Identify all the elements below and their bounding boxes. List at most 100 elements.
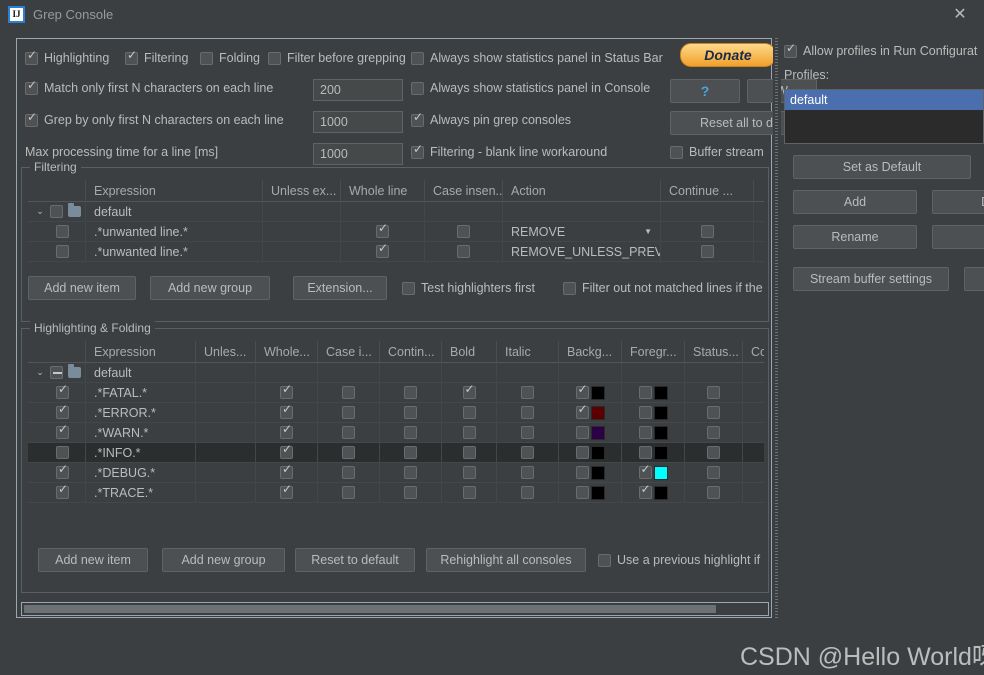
highlighting-continue-cell[interactable] [380, 422, 442, 443]
highlighting-bold-cell[interactable] [442, 402, 497, 423]
highlighting-column-header[interactable]: Bold [442, 341, 497, 363]
highlighting-unless-cell[interactable] [196, 482, 256, 503]
highlighting-status-cell[interactable] [685, 402, 743, 423]
highlighting-table-row[interactable]: .*WARN.* [28, 422, 764, 443]
highlighting-italic-checkbox[interactable] [521, 406, 534, 419]
highlighting-case-insensitive-cell[interactable] [318, 362, 380, 383]
highlighting-whole-line-checkbox[interactable] [280, 383, 293, 399]
filtering-row-toggle-cell[interactable] [28, 241, 86, 262]
highlighting-case-insensitive-checkbox[interactable] [342, 426, 355, 439]
highlighting-background-checkbox[interactable] [575, 466, 589, 479]
close-icon[interactable]: ✕ [950, 6, 970, 24]
highlighting-table-row[interactable]: .*INFO.* [28, 442, 764, 463]
highlighting-italic-cell[interactable] [497, 402, 559, 423]
add-profile-button[interactable]: Add [793, 190, 917, 214]
highlighting-continue-checkbox[interactable] [404, 386, 417, 399]
highlighting-status-cell[interactable] [685, 462, 743, 483]
highlighting-row-toggle-cell[interactable] [28, 402, 86, 423]
highlighting-row-enabled-checkbox[interactable] [56, 403, 69, 419]
rename-profile-button[interactable]: Rename [793, 225, 917, 249]
donate-button[interactable]: Donate [680, 43, 776, 67]
highlighting-expression-cell[interactable]: .*ERROR.* [86, 402, 196, 423]
duplicate-profile-button[interactable]: Dupl [932, 190, 984, 214]
rehighlight-all-consoles-button[interactable]: Rehighlight all consoles [426, 548, 586, 572]
filtering-table-row[interactable]: ⌄ default [28, 201, 764, 222]
filtering-case-insensitive-checkbox[interactable] [457, 225, 470, 238]
grep-first-n-checkbox[interactable]: Grep by only first N characters on each … [25, 111, 284, 127]
blank-line-workaround-checkbox[interactable]: Filtering - blank line workaround [411, 143, 607, 159]
highlighting-foreground-cell[interactable] [622, 402, 685, 423]
highlighting-table-row[interactable]: .*ERROR.* [28, 402, 764, 423]
foreground-color-swatch[interactable] [653, 445, 668, 460]
horizontal-scrollbar-thumb[interactable] [24, 605, 716, 613]
filtering-case-insensitive-cell[interactable] [425, 201, 503, 222]
filtering-whole-line-cell[interactable] [341, 241, 425, 262]
highlighting-column-header[interactable]: Whole... [256, 341, 318, 363]
filtering-row-toggle-cell[interactable]: ⌄ [28, 201, 86, 222]
background-color-swatch[interactable] [590, 445, 605, 460]
highlighting-status-checkbox[interactable] [707, 386, 720, 399]
highlighting-column-header[interactable]: Contin... [380, 341, 442, 363]
allow-profiles-checkbox[interactable]: Allow profiles in Run Configurat [784, 42, 977, 58]
highlighting-bold-cell[interactable] [442, 462, 497, 483]
highlighting-foreground-cell[interactable] [622, 462, 685, 483]
filtering-column-header[interactable]: Action [503, 180, 661, 202]
filtering-whole-line-checkbox[interactable] [376, 242, 389, 258]
highlighting-expression-cell[interactable]: default [86, 362, 196, 383]
highlighting-row-toggle-cell[interactable] [28, 442, 86, 463]
highlighting-column-header[interactable]: Expression [86, 341, 196, 363]
tail-button[interactable]: Tai [964, 267, 984, 291]
filtering-action-cell[interactable]: REMOVE ▼ [503, 221, 661, 242]
highlighting-checkbox[interactable]: Highlighting [25, 49, 109, 65]
filtering-column-header[interactable]: Unless ex... [263, 180, 341, 202]
highlighting-console-cell[interactable] [743, 463, 764, 483]
highlighting-case-insensitive-cell[interactable] [318, 482, 380, 503]
highlighting-column-header[interactable]: Unles... [196, 341, 256, 363]
highlighting-unless-cell[interactable] [196, 422, 256, 443]
highlighting-foreground-cell[interactable] [622, 382, 685, 403]
filtering-expression-cell[interactable]: .*unwanted line.* [86, 241, 263, 262]
filtering-expression-cell[interactable]: default [86, 201, 263, 222]
highlighting-row-toggle-cell[interactable] [28, 382, 86, 403]
highlighting-whole-line-cell[interactable] [256, 382, 318, 403]
chevron-down-icon[interactable]: ▼ [644, 227, 652, 236]
filtering-row-enabled-checkbox[interactable] [56, 245, 69, 258]
highlighting-bold-checkbox[interactable] [462, 446, 476, 459]
highlighting-continue-cell[interactable] [380, 462, 442, 483]
highlighting-bold-checkbox[interactable] [462, 383, 476, 399]
highlighting-table-row[interactable]: .*DEBUG.* [28, 462, 764, 483]
filtering-continue-cell[interactable] [661, 241, 754, 262]
highlighting-whole-line-checkbox[interactable] [280, 403, 293, 419]
highlighting-background-cell[interactable] [559, 442, 622, 463]
highlighting-column-header[interactable]: Foregr... [622, 341, 685, 363]
highlighting-status-cell[interactable] [685, 482, 743, 503]
highlighting-column-header[interactable]: Italic [497, 341, 559, 363]
highlighting-column-header[interactable]: Backg... [559, 341, 622, 363]
chevron-down-icon[interactable]: ⌄ [34, 206, 46, 217]
filtering-action-cell[interactable]: REMOVE_UNLESS_PREVIO...▼ [503, 241, 661, 262]
highlighting-bold-checkbox[interactable] [462, 466, 476, 479]
delete-profile-button[interactable]: De [932, 225, 984, 249]
set-as-default-button[interactable]: Set as Default [793, 155, 971, 179]
chevron-down-icon[interactable]: ⌄ [34, 367, 46, 378]
highlighting-console-cell[interactable] [743, 383, 764, 403]
highlighting-whole-line-checkbox[interactable] [280, 463, 293, 479]
highlighting-continue-cell[interactable] [380, 402, 442, 423]
filter-out-not-matched-checkbox[interactable]: Filter out not matched lines if the [563, 281, 763, 295]
filter-before-grepping-checkbox[interactable]: Filter before grepping [268, 51, 406, 65]
filtering-action-cell[interactable] [503, 201, 661, 222]
highlighting-console-cell[interactable] [743, 483, 764, 503]
filtering-checkbox[interactable]: Filtering [125, 49, 188, 65]
highlighting-row-enabled-checkbox[interactable] [56, 446, 69, 459]
highlighting-row-enabled-checkbox[interactable] [56, 423, 69, 439]
highlighting-bold-cell[interactable] [442, 442, 497, 463]
highlighting-italic-checkbox[interactable] [521, 446, 534, 459]
highlighting-foreground-checkbox[interactable] [638, 483, 652, 499]
filtering-row-toggle-cell[interactable] [28, 221, 86, 242]
highlighting-bold-checkbox[interactable] [462, 486, 476, 499]
help-button[interactable]: ? [670, 79, 740, 103]
panel-splitter[interactable] [773, 38, 781, 618]
filtering-continue-checkbox[interactable] [700, 245, 714, 258]
highlighting-status-cell[interactable] [685, 442, 743, 463]
highlighting-table-row[interactable]: .*TRACE.* [28, 482, 764, 503]
